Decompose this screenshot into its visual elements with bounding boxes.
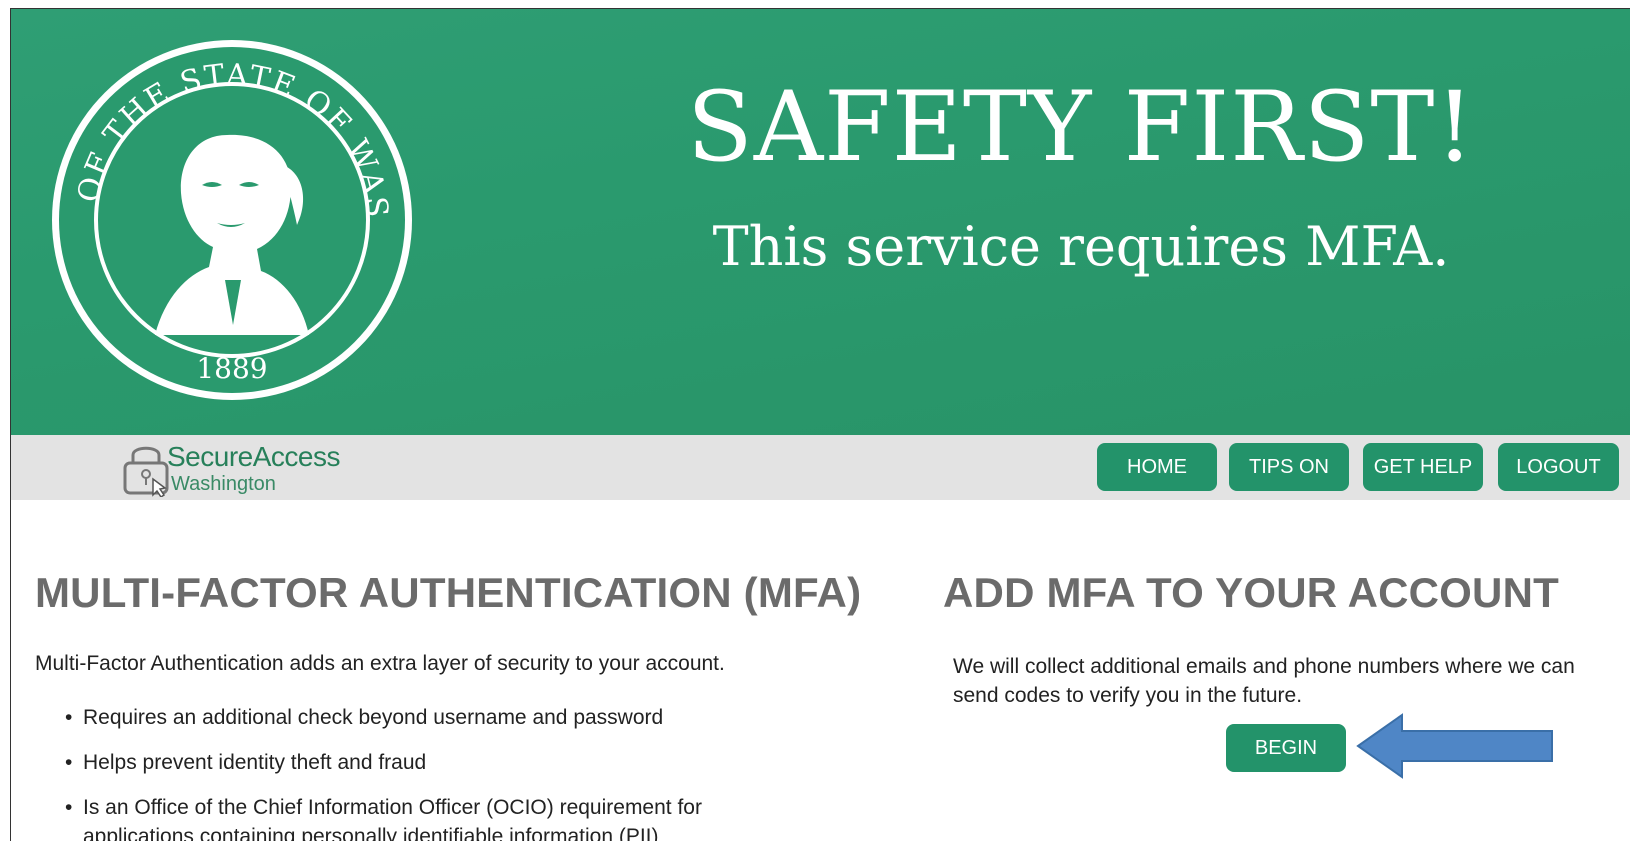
home-button[interactable]: HOME — [1097, 443, 1217, 491]
headline: SAFETY FIRST! — [687, 71, 1475, 183]
subheadline: This service requires MFA. — [712, 215, 1450, 278]
seal-year: 1889 — [196, 352, 267, 385]
left-arrow-annotation-icon — [1356, 713, 1553, 779]
logo-secureaccess-text: SecureAccess — [167, 441, 340, 472]
hero-banner: THE SEAL OF THE STATE OF WASHINGTON 1889… — [11, 9, 1630, 435]
list-item: Is an Office of the Chief Information Of… — [65, 793, 763, 841]
logout-button[interactable]: LOGOUT — [1498, 443, 1619, 491]
washington-state-seal-icon: THE SEAL OF THE STATE OF WASHINGTON 1889 — [47, 35, 412, 400]
begin-button[interactable]: BEGIN — [1226, 724, 1346, 772]
add-mfa-description: We will collect additional emails and ph… — [953, 655, 1575, 707]
list-item: Requires an additional check beyond user… — [65, 703, 763, 732]
secure-access-logo[interactable]: SecureAccess Washington — [119, 439, 349, 497]
list-item: Helps prevent identity theft and fraud — [65, 748, 763, 777]
mfa-benefits-list: Requires an additional check beyond user… — [65, 703, 763, 841]
add-mfa-heading: ADD MFA TO YOUR ACCOUNT — [943, 569, 1559, 616]
get-help-button[interactable]: GET HELP — [1363, 443, 1483, 491]
mfa-intro: Multi-Factor Authentication adds an extr… — [35, 652, 725, 675]
logo-washington-text: Washington — [171, 473, 276, 495]
navigation-bar: SecureAccess Washington HOME TIPS ON GET… — [11, 435, 1630, 500]
lock-icon — [123, 446, 169, 497]
page-frame: THE SEAL OF THE STATE OF WASHINGTON 1889… — [10, 8, 1630, 841]
mfa-heading: MULTI-FACTOR AUTHENTICATION (MFA) — [35, 569, 862, 616]
tips-on-button[interactable]: TIPS ON — [1229, 443, 1349, 491]
